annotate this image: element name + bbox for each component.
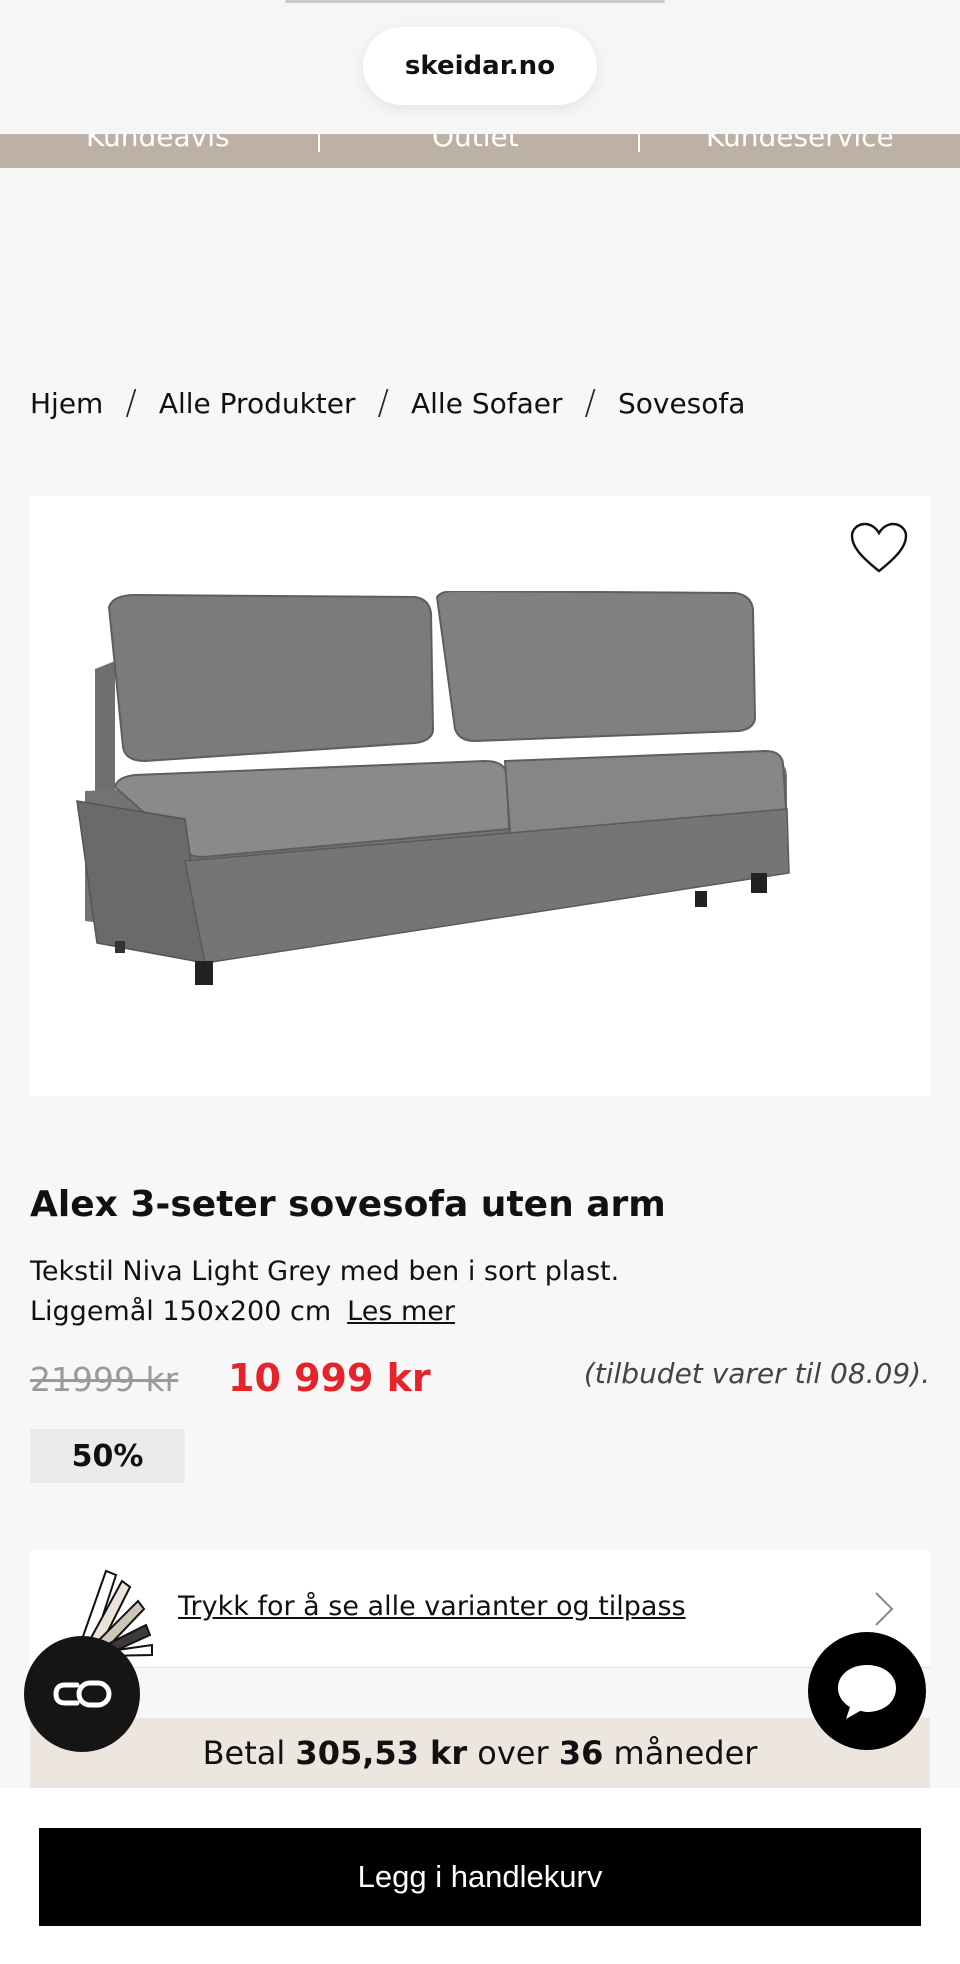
offer-validity-note: (tilbudet varer til 08.09). [583, 1357, 930, 1390]
chat-button[interactable] [808, 1632, 926, 1750]
top-nav-divider [638, 134, 640, 152]
breadcrumb-hjem[interactable]: Hjem [30, 387, 103, 420]
breadcrumb-separator: / [125, 383, 137, 423]
breadcrumb-separator: / [584, 383, 596, 423]
variants-card[interactable]: Trykk for å se alle varianter og tilpass [30, 1551, 930, 1668]
breadcrumb-sovesofa[interactable]: Sovesofa [618, 387, 745, 420]
sale-price: 10 999 kr [228, 1356, 431, 1400]
drag-handle [285, 0, 665, 3]
discount-badge: 50% [30, 1429, 185, 1483]
chat-bubble-icon [838, 1665, 896, 1719]
breadcrumb-alle-produkter[interactable]: Alle Produkter [159, 387, 356, 420]
installment-amount: 305,53 kr [295, 1734, 468, 1772]
top-nav-kundeavis[interactable]: Kundeavis [86, 134, 230, 153]
add-to-cart-button[interactable]: Legg i handlekurv [39, 1828, 921, 1926]
heart-outline-icon[interactable] [850, 522, 908, 574]
old-price: 21999 kr [30, 1360, 179, 1399]
top-nav-strip: Kundeavis Outlet Kundeservice [0, 134, 960, 168]
installment-middle: over [477, 1734, 549, 1772]
browser-top-bar: skeidar.no [0, 0, 960, 134]
description-line-2: Liggemål 150x200 cm Les mer [30, 1292, 619, 1332]
co-logo-icon [53, 1680, 112, 1708]
product-image-card[interactable] [30, 496, 930, 1096]
bottom-bar: Legg i handlekurv [0, 1788, 960, 1964]
co-widget-button[interactable] [24, 1636, 140, 1752]
top-nav-kundeservice[interactable]: Kundeservice [706, 134, 894, 153]
installment-banner[interactable]: Betal 305,53 kr over 36 måneder [30, 1718, 930, 1788]
breadcrumb: Hjem / Alle Produkter / Alle Sofaer / So… [30, 383, 745, 423]
chevron-right-icon[interactable] [874, 1591, 894, 1627]
product-title: Alex 3-seter sovesofa uten arm [30, 1184, 666, 1225]
top-nav-divider [318, 134, 320, 152]
top-nav-outlet[interactable]: Outlet [432, 134, 519, 153]
url-bar[interactable]: skeidar.no [363, 27, 597, 105]
description-line-1: Tekstil Niva Light Grey med ben i sort p… [30, 1256, 620, 1287]
read-more-link[interactable]: Les mer [347, 1296, 455, 1327]
installment-prefix: Betal [202, 1734, 286, 1772]
sofa-product-image [76, 591, 790, 985]
installment-months: 36 [558, 1734, 604, 1772]
description-dimensions: Liggemål 150x200 cm [30, 1296, 332, 1327]
installment-suffix: måneder [613, 1734, 758, 1772]
breadcrumb-separator: / [377, 383, 389, 423]
breadcrumb-alle-sofaer[interactable]: Alle Sofaer [411, 387, 563, 420]
variants-link[interactable]: Trykk for å se alle varianter og tilpass [178, 1591, 686, 1622]
product-description: Tekstil Niva Light Grey med ben i sort p… [30, 1252, 619, 1332]
